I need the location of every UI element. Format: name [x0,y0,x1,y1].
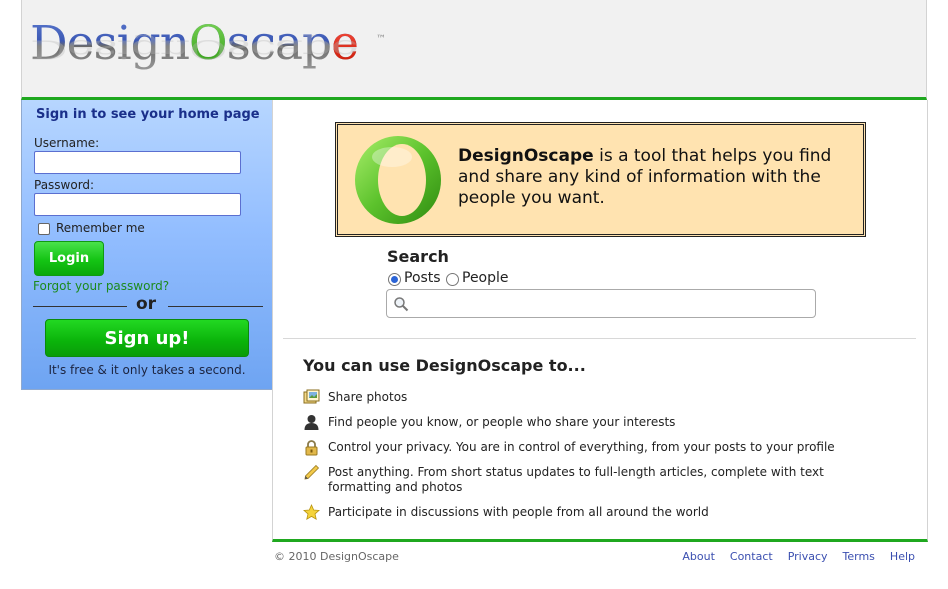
username-label: Username: [34,136,100,150]
promo-brand: DesignOscape [458,146,594,166]
features-title: You can use DesignOscape to... [303,356,586,375]
section-divider [283,338,916,339]
login-panel: Sign in to see your home page Username: … [21,100,273,390]
logo-reflection: DesignOscape [30,33,358,64]
posts-radio[interactable] [388,273,401,286]
login-button[interactable]: Login [34,241,104,276]
people-radio-label[interactable]: People [462,270,509,286]
copyright-text: © 2010 DesignOscape [274,550,399,563]
footer-link-help[interactable]: Help [890,550,915,563]
footer-link-contact[interactable]: Contact [730,550,773,563]
footer-links: About Contact Privacy Terms Help [682,550,915,563]
logo-trademark: ™ [376,34,386,45]
feature-text: Post anything. From short status updates… [328,465,824,494]
search-input[interactable] [386,289,816,318]
or-divider-left [33,306,127,307]
site-header: DesignOscape DesignOscape ™ [21,0,927,100]
footer-link-about[interactable]: About [682,550,715,563]
footer-link-terms[interactable]: Terms [843,550,875,563]
star-icon [303,504,320,521]
posts-radio-label[interactable]: Posts [404,270,441,286]
signup-button[interactable]: Sign up! [45,319,249,357]
feature-text: Find people you know, or people who shar… [328,415,676,429]
photos-icon [303,389,320,404]
password-input[interactable] [34,193,241,216]
footer-link-privacy[interactable]: Privacy [788,550,828,563]
remember-me-label[interactable]: Remember me [56,221,145,235]
or-divider-right [168,306,263,307]
people-radio[interactable] [446,273,459,286]
login-title: Sign in to see your home page [36,107,260,122]
main-panel: DesignOscape is a tool that helps you fi… [272,100,928,542]
remember-me-checkbox[interactable] [38,223,50,235]
promo-text: DesignOscape is a tool that helps you fi… [458,146,853,209]
forgot-password-link[interactable]: Forgot your password? [33,279,169,293]
username-input[interactable] [34,151,241,174]
feature-text: Control your privacy. You are in control… [328,440,835,454]
signup-subtext: It's free & it only takes a second. [48,363,246,377]
o-logo-icon [355,136,441,224]
promo-box: DesignOscape is a tool that helps you fi… [335,122,866,237]
or-text: or [136,294,157,314]
search-title: Search [387,247,449,266]
person-icon [304,415,319,430]
lock-icon [305,440,318,456]
feature-text: Share photos [328,390,408,404]
pencil-icon [304,464,320,480]
feature-text: Participate in discussions with people f… [328,505,709,519]
search-icon [394,297,409,312]
password-label: Password: [34,178,95,192]
